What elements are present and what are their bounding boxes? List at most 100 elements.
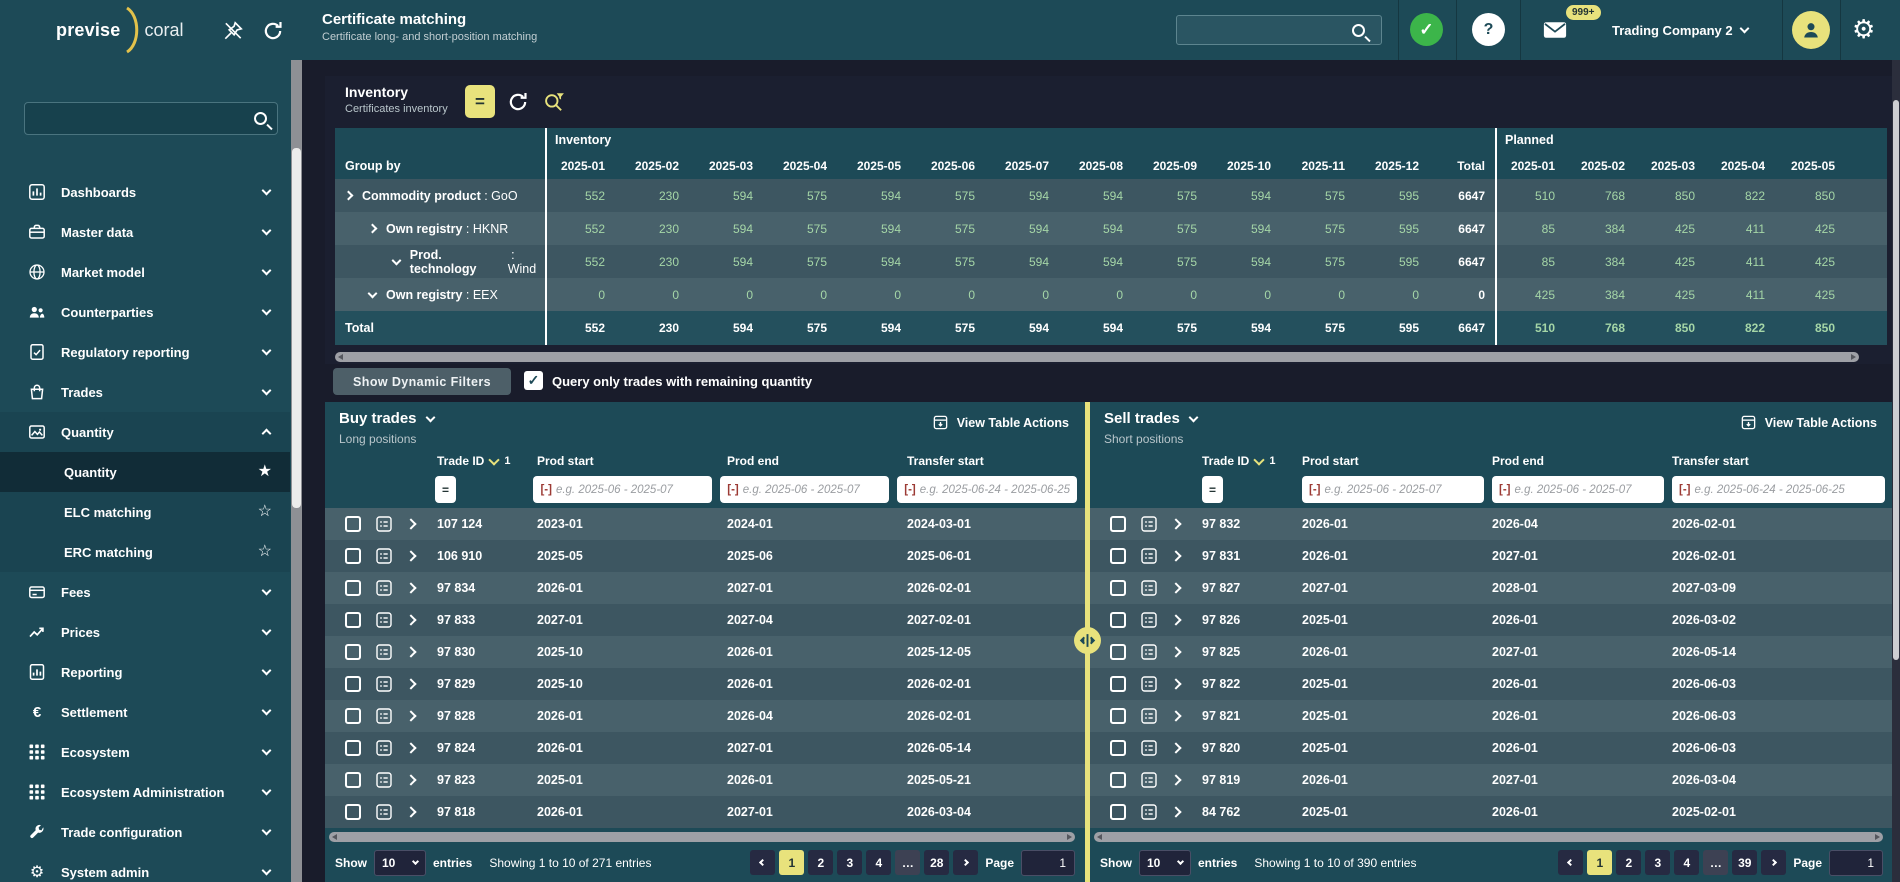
buy-transfer-start-filter[interactable]: [-]e.g. 2025-06-24 - 2025-06-25 (897, 476, 1077, 503)
row-expand-icon[interactable] (405, 710, 416, 721)
row-checkbox[interactable] (1110, 804, 1126, 820)
buy-trades-title[interactable]: Buy trades (339, 410, 434, 427)
sell-column-trade-id[interactable]: Trade ID1 (1202, 454, 1302, 468)
buy-table-row[interactable]: 97 8342026-012027-012026-02-01 (325, 572, 1085, 604)
row-details-icon[interactable] (1140, 515, 1158, 533)
sell-trades-title[interactable]: Sell trades (1104, 410, 1197, 427)
row-checkbox[interactable] (1110, 580, 1126, 596)
row-checkbox[interactable] (345, 548, 361, 564)
buy-trade-id-filter[interactable]: = (435, 476, 456, 503)
buy-page-input[interactable] (1021, 850, 1075, 876)
sell-table-row[interactable]: 97 8322026-012026-042026-02-01 (1090, 508, 1893, 540)
sidebar-item-trade-configuration[interactable]: Trade configuration (0, 812, 290, 852)
buy-table-row[interactable]: 97 8232025-012026-012025-05-21 (325, 764, 1085, 796)
sell-transfer-start-filter[interactable]: [-]e.g. 2025-06-24 - 2025-06-25 (1672, 476, 1885, 503)
row-details-icon[interactable] (1140, 547, 1158, 565)
sell-page-button-2[interactable]: 2 (1616, 850, 1641, 875)
row-details-icon[interactable] (375, 515, 393, 533)
sort-descending-icon[interactable] (489, 454, 500, 465)
row-details-icon[interactable] (1140, 707, 1158, 725)
sell-page-button-3[interactable]: 3 (1645, 850, 1670, 875)
row-checkbox[interactable] (345, 804, 361, 820)
row-details-icon[interactable] (1140, 675, 1158, 693)
buy-page-button-4[interactable]: 4 (866, 850, 891, 875)
planned-month-header[interactable]: 2025-04 (1707, 159, 1777, 173)
inventory-horizontal-scrollbar[interactable] (335, 352, 1859, 362)
row-details-icon[interactable] (1140, 803, 1158, 821)
sidebar-item-dashboards[interactable]: Dashboards (0, 172, 290, 212)
buy-view-table-actions[interactable]: View Table Actions (932, 414, 1069, 431)
sell-trade-id-filter[interactable]: = (1202, 476, 1223, 503)
inventory-group-row[interactable]: Own registry : HKNR552230594575594575594… (335, 212, 1887, 245)
row-details-icon[interactable] (1140, 643, 1158, 661)
inventory-group-row[interactable]: Own registry : EEX0000000000000425384425… (335, 278, 1887, 311)
row-checkbox[interactable] (345, 580, 361, 596)
sell-column-prod-end[interactable]: Prod end (1492, 454, 1672, 468)
buy-table-row[interactable]: 97 8292025-102026-012026-02-01 (325, 668, 1085, 700)
row-details-icon[interactable] (375, 739, 393, 757)
sidebar-item-prices[interactable]: Prices (0, 612, 290, 652)
show-dynamic-filters-button[interactable]: Show Dynamic Filters (333, 368, 511, 395)
row-expand-icon[interactable] (405, 806, 416, 817)
sidebar-search[interactable] (24, 102, 278, 135)
row-expand-icon[interactable] (405, 774, 416, 785)
row-expand-icon[interactable] (405, 550, 416, 561)
sell-page-button-4[interactable]: 4 (1674, 850, 1699, 875)
refresh-icon[interactable] (262, 20, 284, 42)
buy-table-row[interactable]: 97 8302025-102026-012025-12-05 (325, 636, 1085, 668)
row-expand-icon[interactable] (405, 614, 416, 625)
row-expand-icon[interactable] (1170, 678, 1181, 689)
sell-table-row[interactable]: 97 8192026-012027-012026-03-04 (1090, 764, 1893, 796)
sell-table-row[interactable]: 97 8212025-012026-012026-06-03 (1090, 700, 1893, 732)
row-details-icon[interactable] (375, 675, 393, 693)
scrollbar-thumb[interactable] (1893, 100, 1899, 660)
sidebar-item-system-admin[interactable]: ⚙System admin (0, 852, 290, 882)
planned-month-header[interactable]: 2025-02 (1567, 159, 1637, 173)
month-header[interactable]: 2025-02 (621, 159, 695, 173)
row-checkbox[interactable] (1110, 548, 1126, 564)
buy-table-row[interactable]: 97 8332027-012027-042027-02-01 (325, 604, 1085, 636)
sidebar-scrollbar[interactable] (291, 60, 302, 882)
sidebar-item-erc-matching[interactable]: ERC matching☆ (0, 532, 290, 572)
row-expand-icon[interactable] (1170, 646, 1181, 657)
sidebar-item-reporting[interactable]: Reporting (0, 652, 290, 692)
row-expand-icon[interactable] (1170, 614, 1181, 625)
row-expand-icon[interactable] (405, 582, 416, 593)
sell-page-input[interactable] (1829, 850, 1883, 876)
total-header[interactable]: Total (1435, 159, 1495, 173)
row-details-icon[interactable] (375, 611, 393, 629)
buy-column-transfer-start[interactable]: Transfer start (907, 454, 1085, 468)
sidebar-item-elc-matching[interactable]: ELC matching☆ (0, 492, 290, 532)
sell-column-prod-start[interactable]: Prod start (1302, 454, 1492, 468)
buy-page-button-1[interactable]: 1 (779, 850, 804, 875)
row-checkbox[interactable] (345, 740, 361, 756)
row-expand-icon[interactable] (1170, 742, 1181, 753)
row-expand-icon[interactable] (1170, 550, 1181, 561)
sell-table-row[interactable]: 97 8272027-012028-012027-03-09 (1090, 572, 1893, 604)
month-header[interactable]: 2025-04 (769, 159, 843, 173)
row-details-icon[interactable] (375, 643, 393, 661)
buy-page-button-3[interactable]: 3 (837, 850, 862, 875)
row-details-icon[interactable] (1140, 579, 1158, 597)
sell-table-row[interactable]: 97 8252026-012027-012026-05-14 (1090, 636, 1893, 668)
star-filled-icon[interactable]: ★ (258, 464, 272, 480)
search-icon[interactable] (1352, 24, 1365, 37)
row-expand-icon[interactable] (405, 678, 416, 689)
sell-table-row[interactable]: 97 8262025-012026-012026-03-02 (1090, 604, 1893, 636)
planned-month-header[interactable]: 2025-03 (1637, 159, 1707, 173)
month-header[interactable]: 2025-07 (991, 159, 1065, 173)
sell-prev-page-button[interactable] (1558, 850, 1583, 875)
sell-page-size-select[interactable]: 10 (1139, 850, 1191, 876)
sidebar-item-market-model[interactable]: Market model (0, 252, 290, 292)
buy-horizontal-scrollbar[interactable] (329, 832, 1075, 842)
month-header[interactable]: 2025-10 (1213, 159, 1287, 173)
buy-table-row[interactable]: 97 8242026-012027-012026-05-14 (325, 732, 1085, 764)
buy-page-button-28[interactable]: 28 (924, 850, 949, 875)
row-expand-icon[interactable] (405, 742, 416, 753)
chevron-down-icon[interactable] (368, 288, 378, 298)
sell-column-transfer-start[interactable]: Transfer start (1672, 454, 1893, 468)
sell-prod-start-filter[interactable]: [-]e.g. 2025-06 - 2025-07 (1302, 476, 1484, 503)
star-outline-icon[interactable]: ☆ (258, 504, 272, 520)
month-header[interactable]: 2025-03 (695, 159, 769, 173)
row-expand-icon[interactable] (1170, 806, 1181, 817)
